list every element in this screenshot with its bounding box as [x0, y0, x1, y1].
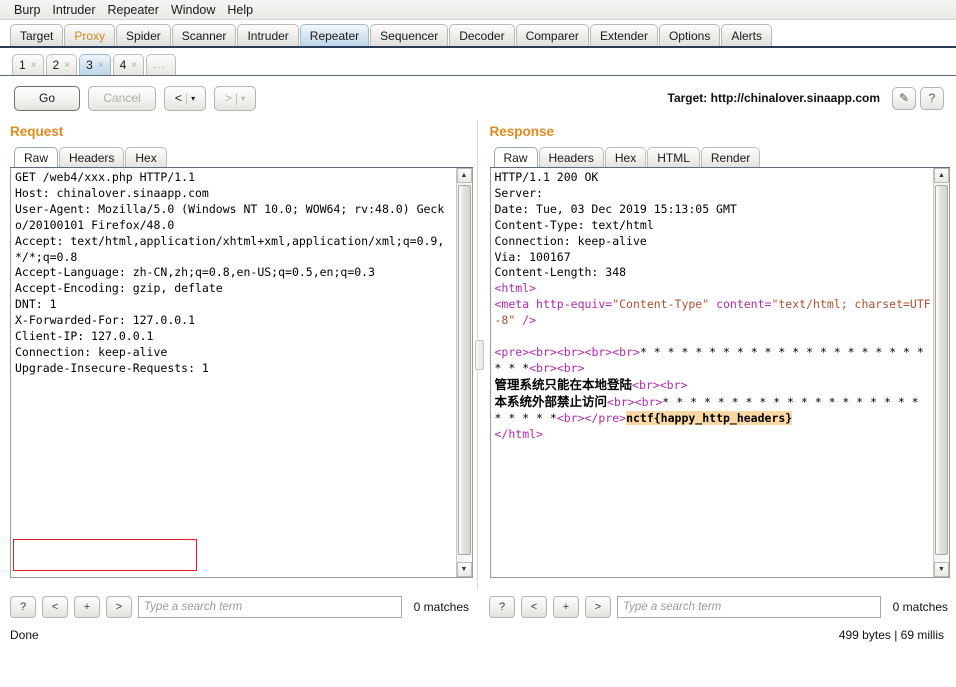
tab-proxy[interactable]: Proxy: [64, 24, 116, 46]
main-tab-strip: Target Proxy Spider Scanner Intruder Rep…: [0, 20, 956, 48]
request-search-help-button[interactable]: ?: [10, 596, 36, 618]
repeater-tab-4-label: 4: [119, 57, 127, 72]
tab-decoder[interactable]: Decoder: [449, 24, 515, 46]
scroll-down-icon[interactable]: ▼: [934, 562, 949, 577]
response-pane: Response Raw Headers Hex HTML Render HTT…: [480, 120, 956, 590]
response-title: Response: [489, 124, 555, 139]
response-subtab-headers[interactable]: Headers: [538, 147, 604, 167]
scrollbar-thumb[interactable]: [935, 185, 948, 555]
menu-bar: Burp Intruder Repeater Window Help: [0, 0, 956, 20]
request-match-count: 0 matches: [413, 600, 469, 614]
help-button[interactable]: ?: [920, 86, 944, 110]
tab-intruder[interactable]: Intruder: [237, 24, 299, 46]
tab-alerts[interactable]: Alerts: [721, 24, 773, 46]
repeater-tab-strip: 1 × 2 × 3 × 4 × ...: [0, 48, 956, 76]
response-match-count: 0 matches: [892, 600, 948, 614]
request-subtab-hex[interactable]: Hex: [125, 147, 167, 167]
pencil-icon: ✎: [898, 91, 910, 105]
request-vertical-scrollbar[interactable]: ▲ ▼: [455, 168, 472, 577]
status-text: Done: [10, 628, 39, 642]
close-icon[interactable]: ×: [131, 55, 137, 76]
edit-target-button[interactable]: ✎: [892, 86, 916, 110]
tab-extender[interactable]: Extender: [589, 24, 658, 46]
go-button[interactable]: Go: [14, 85, 80, 111]
response-subtab-render[interactable]: Render: [700, 147, 761, 167]
chevron-down-icon: ▾: [191, 93, 196, 103]
scrollbar-thumb[interactable]: [457, 185, 471, 555]
tab-repeater[interactable]: Repeater: [299, 24, 370, 46]
menu-item-repeater[interactable]: Repeater: [102, 2, 165, 18]
scroll-down-icon[interactable]: ▼: [456, 562, 472, 577]
response-editor[interactable]: HTTP/1.1 200 OK Server: Date: Tue, 03 De…: [489, 168, 950, 578]
repeater-tab-1-label: 1: [19, 57, 26, 72]
request-subtab-headers[interactable]: Headers: [59, 147, 125, 167]
repeater-tab-new[interactable]: ...: [146, 54, 177, 75]
response-search-prev-button[interactable]: <: [521, 596, 547, 618]
tab-spider[interactable]: Spider: [116, 24, 171, 46]
request-search-bar-wrap: ? < + > Type a search term 0 matches: [0, 590, 477, 624]
back-button[interactable]: < | ▾: [164, 85, 206, 111]
response-headers-text: HTTP/1.1 200 OK Server: Date: Tue, 03 De…: [494, 170, 737, 280]
repeater-tab-4[interactable]: 4 ×: [112, 54, 145, 76]
response-search-bar: ? < + > Type a search term 0 matches: [479, 590, 956, 624]
button-separator: |: [234, 91, 239, 105]
tab-comparer[interactable]: Comparer: [515, 24, 589, 46]
response-raw-text[interactable]: HTTP/1.1 200 OK Server: Date: Tue, 03 De…: [495, 170, 933, 577]
request-search-add-button[interactable]: +: [74, 596, 100, 618]
menu-item-burp[interactable]: Burp: [8, 2, 46, 18]
response-subtab-html[interactable]: HTML: [647, 147, 700, 167]
request-response-panes: Request Raw Headers Hex GET /web4/xxx.ph…: [0, 120, 956, 590]
tab-scanner[interactable]: Scanner: [171, 24, 237, 46]
response-subtab-raw[interactable]: Raw: [493, 147, 538, 167]
repeater-tab-3-label: 3: [86, 57, 93, 72]
request-search-bar: ? < + > Type a search term 0 matches: [0, 590, 477, 624]
cancel-button: Cancel: [88, 85, 156, 111]
response-body-text: <html> <meta http-equiv="Content-Type" c…: [494, 281, 931, 441]
response-search-help-button[interactable]: ?: [489, 596, 515, 618]
request-search-next-button[interactable]: >: [106, 596, 132, 618]
response-stats: 499 bytes | 69 millis: [838, 628, 944, 642]
chevron-down-icon: ▾: [241, 93, 246, 103]
tab-options[interactable]: Options: [658, 24, 721, 46]
scroll-up-icon[interactable]: ▲: [456, 168, 472, 183]
request-subtab-raw[interactable]: Raw: [14, 147, 59, 167]
menu-item-window[interactable]: Window: [165, 2, 221, 18]
response-search-add-button[interactable]: +: [553, 596, 579, 618]
question-icon: ?: [928, 91, 936, 105]
target-url-label: Target: http://chinalover.sinaapp.com: [667, 91, 880, 105]
response-search-next-button[interactable]: >: [585, 596, 611, 618]
response-subtab-hex[interactable]: Hex: [604, 147, 647, 167]
status-bar: Done 499 bytes | 69 millis: [0, 624, 956, 646]
close-icon[interactable]: ×: [31, 55, 37, 76]
repeater-toolbar: Go Cancel < | ▾ > | ▾ Target: http://chi…: [0, 76, 956, 120]
repeater-tab-2-label: 2: [52, 57, 60, 72]
menu-item-help[interactable]: Help: [221, 2, 259, 18]
button-separator: |: [184, 91, 189, 105]
request-title: Request: [10, 124, 64, 139]
forward-button: > | ▾: [214, 85, 256, 111]
response-search-bar-wrap: ? < + > Type a search term 0 matches: [479, 590, 956, 624]
search-bars: ? < + > Type a search term 0 matches ? <…: [0, 590, 956, 624]
repeater-tab-3[interactable]: 3 ×: [79, 54, 111, 75]
request-editor[interactable]: GET /web4/xxx.php HTTP/1.1 Host: chinalo…: [10, 168, 473, 578]
request-pane: Request Raw Headers Hex GET /web4/xxx.ph…: [0, 120, 477, 590]
close-icon[interactable]: ×: [98, 55, 104, 76]
request-search-prev-button[interactable]: <: [42, 596, 68, 618]
request-raw-text[interactable]: GET /web4/xxx.php HTTP/1.1 Host: chinalo…: [15, 170, 455, 577]
repeater-tab-2[interactable]: 2 ×: [45, 54, 78, 76]
scroll-up-icon[interactable]: ▲: [934, 168, 949, 183]
response-search-input[interactable]: Type a search term: [617, 596, 881, 618]
menu-item-intruder[interactable]: Intruder: [46, 2, 101, 18]
tab-sequencer[interactable]: Sequencer: [370, 24, 449, 46]
forward-arrow-icon: >: [224, 91, 232, 105]
back-arrow-icon: <: [174, 91, 182, 105]
request-search-input[interactable]: Type a search term: [138, 596, 402, 618]
repeater-tab-1[interactable]: 1 ×: [12, 54, 44, 75]
response-subtabs: Raw Headers Hex HTML Render: [489, 146, 950, 168]
tab-target[interactable]: Target: [10, 24, 64, 46]
request-subtabs: Raw Headers Hex: [10, 146, 473, 168]
close-icon[interactable]: ×: [64, 55, 70, 76]
response-vertical-scrollbar[interactable]: ▲ ▼: [933, 168, 949, 577]
